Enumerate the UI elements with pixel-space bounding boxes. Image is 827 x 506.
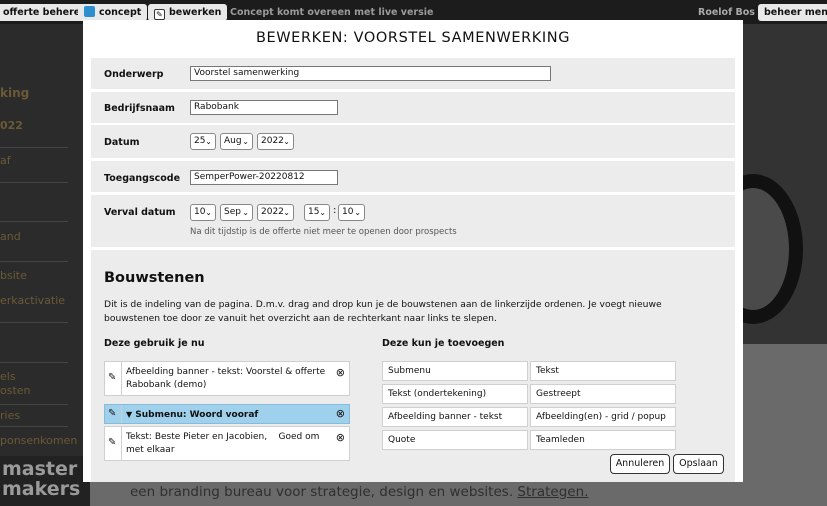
bouwstenen-heading: Bouwstenen	[104, 270, 205, 286]
caret-down-icon[interactable]: ▼	[126, 410, 132, 419]
bedrijfsnaam-input[interactable]: Rabobank	[190, 100, 338, 115]
used-heading: Deze gebruik je nu	[104, 338, 205, 349]
edit-icon: ✎	[108, 437, 117, 448]
bouwstenen-intro: Dit is de indeling van de pagina. D.m.v.…	[104, 299, 662, 324]
verval-datum-label: Verval datum	[104, 207, 176, 218]
add-block-item[interactable]: Teamleden	[530, 430, 676, 450]
user-name: Roelof Bos	[698, 7, 755, 18]
verval-day-select[interactable]: 10 ⌄	[190, 204, 216, 221]
background-tagline: een branding bureau voor strategie, desi…	[130, 484, 589, 500]
chevron-down-icon: ⌄	[319, 208, 326, 217]
toegangscode-row: Toegangscode SemperPower-20220812	[91, 161, 735, 192]
add-block-item[interactable]: Afbeelding banner - tekst	[382, 407, 528, 427]
chevron-down-icon: ⌄	[205, 137, 212, 146]
chevron-down-icon: ⌄	[242, 208, 249, 217]
bewerken-button[interactable]: ✎ bewerken	[148, 4, 228, 21]
verval-datum-row: Verval datum 10 ⌄ Sep ⌄ 2022 ⌄ 15 ⌄ : 10 ⌄ Na…	[91, 195, 735, 247]
add-block-item[interactable]: Afbeelding(en) - grid / popup	[530, 407, 676, 427]
onderwerp-row: Onderwerp Voorstel samenwerking	[91, 58, 735, 89]
chevron-down-icon: ⌄	[283, 137, 290, 146]
pencil-icon: ✎	[154, 9, 165, 20]
bg-sidebar-item: af	[0, 154, 11, 167]
divider	[0, 404, 68, 405]
bedrijfsnaam-label: Bedrijfsnaam	[104, 103, 175, 114]
bg-sidebar-item: ponsenkomen	[0, 434, 78, 447]
remove-icon[interactable]: ⊗	[336, 366, 345, 379]
datum-day-select[interactable]: 25 ⌄	[190, 133, 216, 150]
verval-minute-select[interactable]: 10 ⌄	[338, 204, 365, 221]
beheer-menu-button[interactable]: beheer menu	[758, 4, 827, 21]
bouwstenen-section: Bouwstenen Dit is de indeling van de pag…	[91, 250, 735, 482]
verval-hour-select[interactable]: 15 ⌄	[304, 204, 330, 221]
chevron-down-icon: ⌄	[242, 137, 249, 146]
bg-sidebar-item: 022	[0, 119, 23, 132]
status-text: Concept komt overeen met live versie	[230, 7, 434, 18]
concept-icon	[84, 6, 95, 17]
divider	[0, 426, 68, 427]
save-button[interactable]: Opslaan	[673, 454, 724, 474]
bg-sidebar-item: ries	[0, 409, 21, 422]
add-block-item[interactable]: Quote	[382, 430, 528, 450]
used-block-item[interactable]: ✎ ▼ Submenu: Woord vooraf ⊗	[104, 404, 350, 424]
chevron-down-icon: ⌄	[283, 208, 290, 217]
bedrijfsnaam-row: Bedrijfsnaam Rabobank	[91, 92, 735, 123]
bg-sidebar-item: king	[0, 86, 30, 100]
onderwerp-label: Onderwerp	[104, 69, 164, 80]
datum-row: Datum 25 ⌄ Aug ⌄ 2022 ⌄	[91, 125, 735, 158]
modal-title: BEWERKEN: VOORSTEL SAMENWERKING	[255, 30, 571, 46]
background-hero-image	[703, 24, 827, 344]
verval-note: Na dit tijdstip is de offerte niet meer …	[190, 227, 457, 237]
strategen-link[interactable]: Strategen.	[517, 484, 588, 500]
divider	[0, 147, 68, 148]
background-sidebar: king 022 af and bsite erkactivatie els o…	[0, 24, 83, 506]
remove-icon[interactable]: ⊗	[336, 407, 345, 420]
edit-handle[interactable]: ✎	[105, 427, 122, 460]
chevron-down-icon: ⌄	[205, 208, 212, 217]
edit-handle[interactable]: ✎	[105, 405, 122, 423]
bg-sidebar-item: els	[0, 370, 16, 383]
bg-sidebar-item: erkactivatie	[0, 294, 66, 307]
add-block-item[interactable]: Tekst	[530, 361, 676, 381]
used-block-item[interactable]: ✎ Afbeelding banner - tekst: Voorstel & …	[104, 361, 350, 396]
divider	[0, 362, 68, 363]
remove-icon[interactable]: ⊗	[336, 431, 345, 444]
verval-year-select[interactable]: 2022 ⌄	[257, 204, 294, 221]
bg-sidebar-item: and	[0, 230, 21, 243]
divider	[0, 221, 68, 222]
edit-icon: ✎	[108, 408, 117, 419]
divider	[0, 261, 68, 262]
divider	[0, 182, 68, 183]
concept-button[interactable]: concept	[78, 4, 148, 21]
verval-month-select[interactable]: Sep ⌄	[220, 204, 253, 221]
toegangscode-label: Toegangscode	[104, 173, 181, 184]
used-block-item[interactable]: ✎ Tekst: Beste Pieter en Jacobien, Goed …	[104, 426, 350, 461]
add-block-item[interactable]: Submenu	[382, 361, 528, 381]
master-makers-logo: master makers	[0, 456, 90, 506]
onderwerp-input[interactable]: Voorstel samenwerking	[190, 66, 551, 81]
bg-sidebar-item: osten	[0, 384, 31, 397]
toegangscode-input[interactable]: SemperPower-20220812	[190, 170, 338, 185]
edit-icon: ✎	[108, 372, 117, 383]
add-block-item[interactable]: Tekst (ondertekening)	[382, 384, 528, 404]
edit-modal: BEWERKEN: VOORSTEL SAMENWERKING Onderwer…	[83, 20, 743, 482]
datum-label: Datum	[104, 137, 140, 148]
time-separator: :	[333, 205, 337, 216]
divider	[0, 322, 68, 323]
bg-sidebar-item: bsite	[0, 269, 27, 282]
add-block-item[interactable]: Gestreept	[530, 384, 676, 404]
add-heading: Deze kun je toevoegen	[382, 338, 505, 349]
datum-year-select[interactable]: 2022 ⌄	[257, 133, 294, 150]
edit-handle[interactable]: ✎	[105, 362, 122, 395]
datum-month-select[interactable]: Aug ⌄	[220, 133, 253, 150]
chevron-down-icon: ⌄	[354, 208, 361, 217]
cancel-button[interactable]: Annuleren	[610, 454, 670, 474]
